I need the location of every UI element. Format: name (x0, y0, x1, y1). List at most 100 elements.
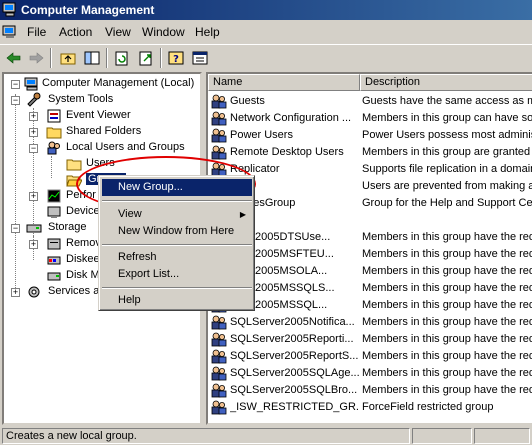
tree-item-root[interactable]: − Computer Management (Local) (6, 76, 200, 92)
list-row-description: Members in this group have the requ (362, 299, 532, 311)
collapse-icon[interactable]: − (11, 80, 20, 89)
group-icon (210, 127, 228, 143)
list-row-name: SQLServer2005SQLBro... (230, 384, 358, 396)
system-menu-icon[interactable] (2, 24, 18, 40)
column-header-name[interactable]: Name (208, 74, 360, 91)
tree-item-shared-folders[interactable]: + Shared Folders (6, 124, 200, 140)
list-row[interactable]: erver2005MSOLA... Members in this group h… (208, 263, 532, 280)
collapse-icon[interactable]: − (11, 224, 20, 233)
list-row-description: Guests have the same access as me (362, 95, 532, 107)
list-row[interactable]: SQLServer2005SQLBro... Members in this gr… (208, 382, 532, 399)
menu-separator (102, 200, 252, 202)
expand-icon[interactable]: + (29, 240, 38, 249)
list-row[interactable]: Guests Guests have the same access as me (208, 93, 532, 110)
list-row[interactable]: SQLServer2005Notifica... Members in this … (208, 314, 532, 331)
list-row-description: Members in this group have the requ (362, 333, 532, 345)
menu-help[interactable]: Help (195, 25, 220, 39)
show-hide-tree-icon[interactable] (82, 49, 102, 67)
submenu-arrow-icon: ▶ (239, 210, 246, 219)
collapse-icon[interactable]: − (11, 96, 20, 105)
menu-item-view[interactable]: View ▶ (102, 206, 252, 223)
removable-storage-icon (47, 238, 61, 250)
disk-management-icon (47, 272, 61, 281)
toolbar: ? (0, 44, 532, 70)
status-text: Creates a new local group. (2, 428, 410, 444)
list-row-name: Replicator (230, 163, 280, 175)
list-row[interactable]: Power Users Power Users possess most admi… (208, 127, 532, 144)
menu-file[interactable]: File (27, 25, 46, 39)
list-row-description: Supports file replication in a domain (362, 163, 532, 175)
list-row[interactable]: SQLServer2005ReportS... Members in this g… (208, 348, 532, 365)
list-row[interactable]: _ISW_RESTRICTED_GR... ForceField restrict… (208, 399, 532, 416)
menu-item-refresh[interactable]: Refresh (102, 249, 252, 266)
disk-defragmenter-icon (47, 256, 61, 265)
tree-item-event-viewer[interactable]: + Event Viewer (6, 108, 200, 124)
expand-icon[interactable]: + (29, 112, 38, 121)
tree-label: System Tools (48, 93, 114, 105)
toolbar-separator (106, 48, 108, 68)
title-bar[interactable]: Computer Management (0, 0, 532, 20)
list-row[interactable]: EST (208, 212, 532, 229)
status-bar: Creates a new local group. (0, 426, 532, 445)
tree-label: Diskee (66, 253, 100, 265)
list-row[interactable]: erver2005MSSQLS... Members in this group … (208, 280, 532, 297)
list-row[interactable]: ervicesGroup Group for the Help and Suppo… (208, 195, 532, 212)
refresh-icon[interactable] (112, 49, 132, 67)
group-icon (210, 110, 228, 126)
list-row-description: Members in this group have the requ (362, 248, 532, 260)
list-row[interactable]: erver2005MSSQL... Members in this group h… (208, 297, 532, 314)
export-list-icon[interactable] (136, 49, 156, 67)
list-row[interactable]: SQLServer2005SQLAge... Members in this gr… (208, 365, 532, 382)
list-row[interactable]: erver2005DTSUse... Members in this group … (208, 229, 532, 246)
up-folder-icon[interactable] (58, 49, 78, 67)
list-row-description: Members in this group are granted t (362, 146, 532, 158)
forward-icon[interactable] (26, 49, 46, 67)
list-row-description: Power Users possess most administ (362, 129, 532, 141)
tree-label: Users (86, 157, 115, 169)
group-icon (210, 314, 228, 330)
menu-view[interactable]: View (105, 25, 131, 39)
expand-icon[interactable]: + (11, 288, 20, 297)
list-row[interactable]: Remote Desktop Users Members in this grou… (208, 144, 532, 161)
menu-item-export-list[interactable]: Export List... (102, 266, 252, 283)
group-icon (210, 399, 228, 415)
list-row-description: Users are prevented from making ac (362, 180, 532, 192)
shared-folder-icon (46, 127, 62, 139)
menu-item-new-group[interactable]: New Group... (102, 179, 252, 196)
users-group-icon (47, 141, 60, 155)
status-cell (474, 428, 530, 444)
menu-window[interactable]: Window (142, 25, 185, 39)
tree-item-users[interactable]: Users (6, 156, 200, 172)
list-row[interactable]: Replicator Supports file replication in a… (208, 161, 532, 178)
menu-item-help[interactable]: Help (102, 292, 252, 309)
menu-separator (102, 244, 252, 246)
group-icon (210, 93, 228, 109)
list-row-description: Members in this group have the requ (362, 316, 532, 328)
expand-icon[interactable]: + (29, 128, 38, 137)
expand-icon[interactable]: + (29, 192, 38, 201)
help-icon[interactable]: ? (166, 49, 186, 67)
list-row-name: Remote Desktop Users (230, 146, 344, 158)
tree-label: Event Viewer (66, 109, 131, 121)
list-row-description: Members in this group have the requ (362, 367, 532, 379)
menu-item-new-window[interactable]: New Window from Here (102, 223, 252, 240)
collapse-icon[interactable]: − (29, 144, 38, 153)
tree-label: Storage (48, 221, 87, 233)
list-row[interactable]: SQLServer2005Reporti... Members in this g… (208, 331, 532, 348)
tree-item-local-users[interactable]: − Local Users and Groups (6, 140, 200, 156)
back-icon[interactable] (4, 49, 24, 67)
list-row-name: SQLServer2005ReportS... (230, 350, 359, 362)
tree-item-system-tools[interactable]: − System Tools (6, 92, 200, 108)
list-row[interactable]: Users are prevented from making ac (208, 178, 532, 195)
column-header-description[interactable]: Description (360, 74, 532, 91)
event-viewer-icon (47, 109, 61, 123)
context-menu: New Group... View ▶ New Window from Here… (98, 175, 255, 311)
group-icon (210, 331, 228, 347)
list-row-description: Members in this group have the requ (362, 231, 532, 243)
folder-icon (66, 159, 82, 171)
list-row[interactable]: Network Configuration ... Members in this… (208, 110, 532, 127)
menu-action[interactable]: Action (59, 25, 92, 39)
properties-icon[interactable] (190, 49, 210, 67)
list-row[interactable]: erver2005MSFTEU... Members in this group … (208, 246, 532, 263)
list-row-name: SQLServer2005Notifica... (230, 316, 355, 328)
